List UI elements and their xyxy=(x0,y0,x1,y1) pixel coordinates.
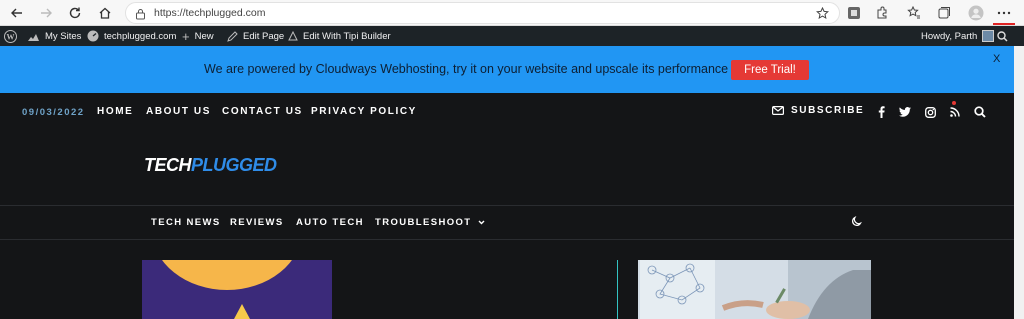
thumb-people-illustration xyxy=(638,260,871,319)
featured-image-right[interactable] xyxy=(638,260,871,319)
my-sites-menu[interactable]: My Sites xyxy=(27,26,81,46)
facebook-icon[interactable] xyxy=(873,104,889,120)
mail-icon xyxy=(772,106,784,115)
address-bar[interactable]: https://techplugged.com xyxy=(125,2,840,24)
admin-search-icon[interactable] xyxy=(997,26,1008,46)
pencil-icon xyxy=(227,30,238,42)
logo-text-plugged: PLUGGED xyxy=(191,155,277,175)
site-logo[interactable]: TECHPLUGGED xyxy=(144,155,277,176)
site-header: 09/03/2022 HOME ABOUT US CONTACT US PRIV… xyxy=(0,93,1014,319)
my-sites-icon xyxy=(28,33,39,41)
account-menu[interactable]: Howdy, Parth xyxy=(921,26,995,46)
more-menu-icon[interactable] xyxy=(995,4,1013,22)
favorite-star-icon[interactable] xyxy=(816,6,829,25)
header-divider xyxy=(0,205,1014,206)
twitter-icon[interactable] xyxy=(897,104,913,120)
chevron-down-icon xyxy=(478,220,485,225)
subscribe-button[interactable]: SUBSCRIBE xyxy=(772,105,864,116)
subnav-tech-news[interactable]: TECH NEWS xyxy=(151,217,221,228)
nav-privacy-policy[interactable]: PRIVACY POLICY xyxy=(311,106,417,117)
promo-close-button[interactable]: X xyxy=(993,53,1000,65)
site-name-label: techplugged.com xyxy=(104,30,177,42)
instagram-icon[interactable] xyxy=(922,104,938,120)
search-icon[interactable] xyxy=(972,104,988,120)
site-name-menu[interactable]: techplugged.com xyxy=(87,26,176,46)
edit-tipi-link[interactable]: Edit With Tipi Builder xyxy=(288,26,391,46)
subnav-troubleshoot[interactable]: TROUBLESHOOT xyxy=(375,217,485,228)
tipi-icon xyxy=(288,31,298,41)
plus-icon: + xyxy=(182,28,190,44)
logo-text-tech: TECH xyxy=(144,155,192,175)
thumb-triangle-shape xyxy=(234,304,250,319)
edit-tipi-label: Edit With Tipi Builder xyxy=(303,30,391,42)
svg-text:W: W xyxy=(7,32,15,41)
edit-page-label: Edit Page xyxy=(243,30,285,42)
new-menu[interactable]: + New xyxy=(182,26,214,46)
thumb-sun-shape xyxy=(152,260,302,290)
rss-icon[interactable] xyxy=(947,104,963,120)
user-avatar xyxy=(982,30,995,42)
refresh-icon[interactable] xyxy=(65,3,85,23)
new-label: New xyxy=(194,30,214,42)
subnav-reviews[interactable]: REVIEWS xyxy=(230,217,284,228)
free-trial-button[interactable]: Free Trial! xyxy=(731,60,809,80)
subscribe-label: SUBSCRIBE xyxy=(791,105,865,116)
subnav-troubleshoot-label: TROUBLESHOOT xyxy=(375,217,472,228)
promo-text: We are powered by Cloudways Webhosting, … xyxy=(204,62,729,76)
promo-banner: We are powered by Cloudways Webhosting, … xyxy=(0,46,1014,93)
browser-toolbar: https://techplugged.com xyxy=(0,0,1024,26)
howdy-label: Howdy, Parth xyxy=(921,30,978,42)
menu-highlight xyxy=(993,23,1015,25)
dark-mode-toggle-icon[interactable] xyxy=(851,215,863,227)
nav-about-us[interactable]: ABOUT US xyxy=(146,106,211,117)
my-sites-label: My Sites xyxy=(45,30,82,42)
wordpress-logo-icon[interactable]: W xyxy=(4,26,17,46)
extension-icon[interactable] xyxy=(845,4,863,22)
date-label: 09/03/2022 xyxy=(22,107,85,118)
collections-icon[interactable] xyxy=(935,4,953,22)
subnav-divider xyxy=(0,239,1014,240)
subnav-auto-tech[interactable]: AUTO TECH xyxy=(296,217,364,228)
profile-avatar-icon[interactable] xyxy=(967,4,985,22)
url-text: https://techplugged.com xyxy=(154,7,266,19)
forward-icon[interactable] xyxy=(36,3,56,23)
back-icon[interactable] xyxy=(7,3,27,23)
featured-image-left[interactable] xyxy=(142,260,332,319)
nav-home[interactable]: HOME xyxy=(97,106,133,117)
notification-dot xyxy=(952,101,956,105)
nav-contact-us[interactable]: CONTACT US xyxy=(222,106,303,117)
edit-page-link[interactable]: Edit Page xyxy=(227,26,284,46)
lock-icon[interactable] xyxy=(135,7,146,25)
home-icon[interactable] xyxy=(95,3,115,23)
column-divider xyxy=(617,260,618,319)
favorites-icon[interactable] xyxy=(905,4,923,22)
dashboard-icon xyxy=(87,30,99,42)
page-scrollbar[interactable] xyxy=(1014,46,1024,319)
puzzle-icon[interactable] xyxy=(873,4,891,22)
wp-admin-bar: W My Sites techplugged.com + New Edit Pa… xyxy=(0,26,1024,46)
